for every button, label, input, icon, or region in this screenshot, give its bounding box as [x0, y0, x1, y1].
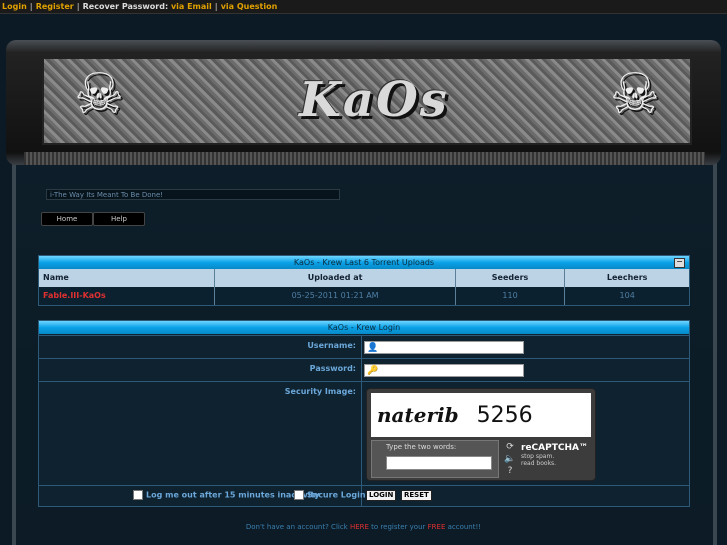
panel-title-text: KaOs - Krew Last 6 Torrent Uploads: [293, 258, 435, 267]
separator: |: [29, 2, 33, 11]
refresh-icon[interactable]: ⟳: [503, 441, 517, 453]
site-logo[interactable]: KaOs: [234, 71, 514, 129]
logout-inactivity-option[interactable]: Log me out after 15 minutes inactivity: [133, 490, 320, 500]
register-link[interactable]: Register: [36, 2, 74, 11]
login-panel: KaOs - Krew Login Username: 👤 Password: …: [38, 320, 690, 507]
separator: |: [76, 2, 80, 11]
register-prompt-mid: to register your: [368, 523, 428, 531]
password-row: Password: 🔑: [39, 358, 689, 381]
torrent-name-link[interactable]: Fable.III-KaOs: [39, 287, 216, 305]
secure-login-option[interactable]: Secure Login: [294, 490, 366, 500]
site-banner: ☠ KaOs ☠: [6, 40, 721, 165]
password-label: Password:: [309, 364, 356, 373]
captcha-image: naterib 5256: [371, 393, 591, 437]
recaptcha-slogan-2: read books.: [521, 460, 557, 467]
username-label: Username:: [307, 341, 356, 350]
username-row: Username: 👤: [39, 335, 689, 358]
table-header: Name Uploaded at Seeders Leechers: [39, 269, 689, 287]
recover-via-question-link[interactable]: via Question: [221, 2, 278, 11]
recaptcha-logo: reCAPTCHA™ stop spam. read books.: [521, 443, 591, 475]
login-link[interactable]: Login: [2, 2, 27, 11]
register-prompt: Don't have an account? Click HERE to reg…: [0, 523, 727, 531]
seeders-count: 110: [456, 287, 566, 305]
panel-title-text: KaOs - Krew Login: [327, 323, 401, 332]
banner-stripe: [24, 152, 705, 165]
top-bar: Login | Register | Recover Password: via Ema…: [0, 0, 727, 14]
torrent-uploads-panel: KaOs - Krew Last 6 Torrent Uploads − Nam…: [38, 255, 690, 306]
recaptcha-brand: CAPTCHA™: [531, 443, 588, 453]
register-here-link[interactable]: HERE: [350, 523, 369, 531]
username-input[interactable]: 👤: [364, 341, 524, 354]
collapse-icon[interactable]: −: [674, 258, 685, 268]
audio-icon[interactable]: 🔈: [503, 453, 517, 465]
captcha-controls: ⟳ 🔈 ?: [503, 441, 517, 477]
leechers-count: 104: [619, 291, 635, 300]
captcha-word-2: 5256: [476, 402, 533, 428]
table-row: Fable.III-KaOs 05-25-2011 01:21 AM 110 1…: [39, 287, 689, 305]
main-nav: Home Help: [41, 212, 145, 226]
logout-inactivity-checkbox[interactable]: [133, 490, 143, 500]
security-image-label: Security Image:: [284, 387, 356, 396]
recover-password-label: Recover Password:: [82, 2, 169, 11]
user-icon: 👤: [367, 343, 379, 353]
nav-help-button[interactable]: Help: [93, 212, 145, 226]
secure-login-checkbox[interactable]: [294, 490, 304, 500]
panel-title: KaOs - Krew Last 6 Torrent Uploads −: [39, 256, 689, 269]
password-input[interactable]: 🔑: [364, 364, 524, 377]
login-button[interactable]: LOGIN: [366, 490, 397, 501]
reset-button[interactable]: RESET: [401, 490, 432, 501]
key-icon: 🔑: [367, 366, 379, 376]
panel-title: KaOs - Krew Login: [39, 321, 689, 334]
register-prompt-pre: Don't have an account? Click: [245, 523, 350, 531]
column-uploaded-at[interactable]: Uploaded at: [215, 269, 456, 287]
column-leechers[interactable]: Leechers: [565, 269, 689, 287]
recaptcha-brand-prefix: re: [521, 443, 532, 453]
site-motto: i-The Way Its Meant To Be Done!: [46, 189, 340, 200]
captcha-input-box: Type the two words:: [371, 440, 499, 478]
separator: |: [214, 2, 218, 11]
recaptcha-slogan-1: stop spam.: [521, 453, 555, 460]
column-name[interactable]: Name: [39, 269, 216, 287]
register-prompt-post: account!!: [445, 523, 482, 531]
upload-date: 05-25-2011 01:21 AM: [215, 287, 456, 305]
secure-login-label: Secure Login: [307, 490, 366, 500]
recover-via-email-link[interactable]: via Email: [171, 2, 212, 11]
free-text: FREE: [427, 523, 446, 531]
skull-crossbones-icon: ☠: [74, 62, 125, 127]
banner-image: ☠ KaOs ☠: [42, 57, 692, 145]
logo-text: KaOs: [299, 72, 449, 128]
column-seeders[interactable]: Seeders: [456, 269, 566, 287]
captcha-prompt: Type the two words:: [386, 443, 457, 451]
nav-home-button[interactable]: Home: [41, 212, 93, 226]
captcha-word-1: naterib: [377, 403, 459, 427]
skull-crossbones-icon: ☠: [609, 62, 660, 127]
recaptcha-widget: naterib 5256 Type the two words: ⟳ 🔈 ? r…: [366, 388, 596, 481]
help-icon[interactable]: ?: [503, 465, 517, 477]
captcha-response-input[interactable]: [386, 456, 492, 470]
